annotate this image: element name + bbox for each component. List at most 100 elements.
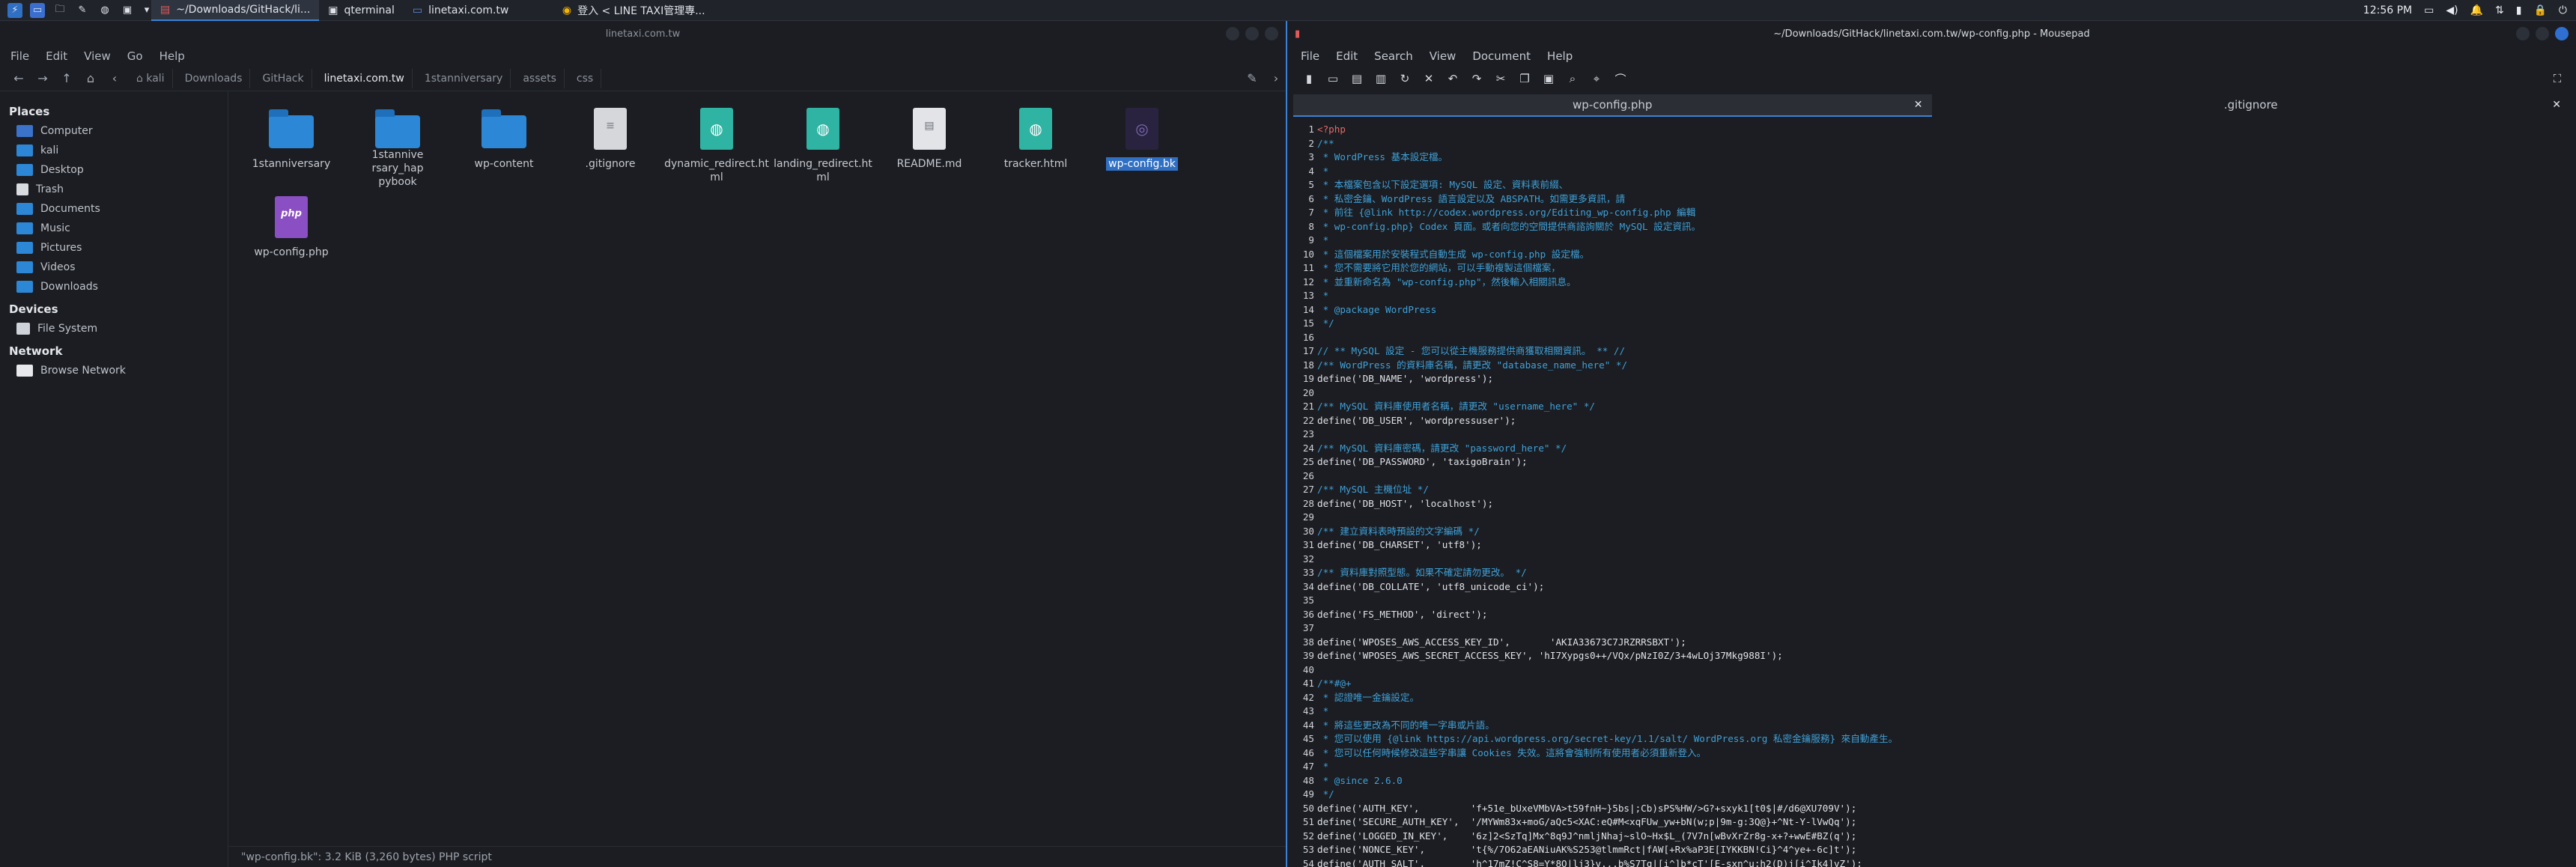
fullscreen-icon[interactable]: ⛶ <box>2549 72 2566 85</box>
line-number: 31 <box>1302 539 1314 550</box>
save-as-icon[interactable]: ▥ <box>1373 72 1389 85</box>
maximize-button[interactable] <box>1245 27 1259 40</box>
file-item-selected[interactable]: ◎ wp-config.bk <box>1089 100 1195 189</box>
menu-view[interactable]: View <box>84 49 111 63</box>
sidebar-item-trash[interactable]: Trash <box>0 180 228 199</box>
up-arrow-icon[interactable]: ↑ <box>57 71 76 85</box>
line-number: 11 <box>1302 262 1314 273</box>
close-tab-icon[interactable]: ✕ <box>1914 99 1923 111</box>
menu-search[interactable]: Search <box>1374 49 1413 63</box>
close-button[interactable] <box>2555 27 2569 40</box>
breadcrumb-assets[interactable]: assets <box>515 68 565 88</box>
tab-gitignore[interactable]: .gitignore ✕ <box>1932 94 2571 117</box>
desktop-icon[interactable]: ▭ <box>30 2 45 18</box>
tab-wp-config-php[interactable]: wp-config.php ✕ <box>1293 94 1932 117</box>
sidebar-item-music[interactable]: Music <box>0 219 228 238</box>
chevron-right-icon[interactable]: › <box>1266 71 1286 85</box>
sidebar-item-downloads[interactable]: Downloads <box>0 277 228 296</box>
sidebar-item-computer[interactable]: Computer <box>0 121 228 141</box>
maximize-button[interactable] <box>2536 27 2549 40</box>
clock[interactable]: 12:56 PM <box>2363 4 2412 16</box>
file-item[interactable]: ◍ tracker.html <box>982 100 1089 189</box>
menu-help[interactable]: Help <box>1547 49 1573 63</box>
breadcrumb-1stanniversary[interactable]: 1stanniversary <box>417 68 511 88</box>
menu-go[interactable]: Go <box>127 49 143 63</box>
sidebar-item-videos[interactable]: Videos <box>0 258 228 277</box>
menu-file[interactable]: File <box>1301 49 1319 63</box>
kali-menu-icon[interactable]: ⚡ <box>7 2 22 18</box>
breadcrumb-downloads[interactable]: Downloads <box>177 68 251 88</box>
close-icon[interactable]: ✕ <box>1421 72 1437 85</box>
browser-icon[interactable]: ◍ <box>97 3 112 18</box>
line-text: /** <box>1317 137 1334 149</box>
battery-icon[interactable]: ▮ <box>2516 4 2522 16</box>
copy-icon[interactable]: ❐ <box>1516 72 1533 85</box>
line-text: // ** MySQL 設定 - 您可以從主機服務提供商獲取相關資訊。 ** /… <box>1317 345 1626 356</box>
menu-help[interactable]: Help <box>160 49 185 63</box>
file-item[interactable]: 1stanniversary_happybook <box>344 100 451 189</box>
line-number: 42 <box>1302 691 1314 703</box>
menu-edit[interactable]: Edit <box>1336 49 1358 63</box>
files-icon[interactable]: 🗀 <box>52 3 67 18</box>
menu-file[interactable]: File <box>10 49 29 63</box>
forward-arrow-icon[interactable]: → <box>33 71 52 85</box>
code-view[interactable]: 1 <?php 2/** 3 * WordPress 基本設定檔。 4 * 5 * 本檔案… <box>1298 123 2561 867</box>
goto-icon[interactable]: ⌒ <box>1612 71 1629 87</box>
minimize-button[interactable] <box>1226 27 1239 40</box>
file-item[interactable]: ◍ dynamic_redirect.html <box>663 100 770 189</box>
task-chrome[interactable]: ◉ 登入 < LINE TAXI管理專... <box>553 0 714 21</box>
sidebar-item-desktop[interactable]: Desktop <box>0 160 228 180</box>
file-item[interactable]: ◍ landing_redirect.html <box>770 100 876 189</box>
text-editor-icon[interactable]: ✎ <box>75 3 90 18</box>
menu-document[interactable]: Document <box>1472 49 1531 63</box>
volume-icon[interactable]: ◀) <box>2446 4 2458 16</box>
task-browser-window[interactable]: ▭ linetaxi.com.tw <box>404 0 553 21</box>
network-icon[interactable]: ⇅ <box>2495 4 2504 16</box>
display-icon[interactable]: ▭ <box>2424 4 2434 16</box>
file-item[interactable]: wp-content <box>451 100 557 189</box>
redo-icon[interactable]: ↷ <box>1468 72 1485 85</box>
code-line: 29 <box>1298 511 2561 525</box>
chevron-left-icon[interactable]: ‹ <box>105 71 124 85</box>
edit-path-icon[interactable]: ✎ <box>1242 71 1262 85</box>
terminal-icon[interactable]: ▣ <box>120 3 135 18</box>
paste-icon[interactable]: ▣ <box>1540 72 1557 85</box>
sidebar-item-documents[interactable]: Documents <box>0 199 228 219</box>
file-item[interactable]: ▤ README.md <box>876 100 982 189</box>
sidebar-item-file-system[interactable]: File System <box>0 319 228 338</box>
lock-icon[interactable]: 🔒 <box>2533 4 2546 16</box>
breadcrumb-githack[interactable]: GitHack <box>255 68 312 88</box>
search-icon[interactable]: ⌕ <box>1564 72 1581 85</box>
open-file-icon[interactable]: ▭ <box>1325 72 1341 85</box>
notification-icon[interactable]: 🔔 <box>2470 4 2483 16</box>
sidebar-item-pictures[interactable]: Pictures <box>0 238 228 258</box>
home-icon[interactable]: ⌂ <box>81 71 100 85</box>
minimize-button[interactable] <box>2516 27 2530 40</box>
file-item[interactable]: 1stanniversary <box>238 100 344 189</box>
menu-view[interactable]: View <box>1430 49 1456 63</box>
sidebar-item-browse-network[interactable]: Browse Network <box>0 361 228 380</box>
file-item[interactable]: php wp-config.php <box>238 189 344 277</box>
menu-edit[interactable]: Edit <box>46 49 67 63</box>
close-tab-icon[interactable]: ✕ <box>2552 99 2561 111</box>
new-file-icon[interactable]: ▮ <box>1301 72 1317 85</box>
task-terminal[interactable]: ▣ qterminal <box>319 0 404 21</box>
save-icon[interactable]: ▤ <box>1349 72 1365 85</box>
breadcrumb-kali[interactable]: ⌂ kali <box>129 68 173 88</box>
power-icon[interactable]: ⏻ <box>2559 4 2567 16</box>
taskbar: ⚡ ▭ 🗀 ✎ ◍ ▣ ▾ ▤ ~/Downloads/GitHack/li..… <box>0 0 2576 21</box>
task-file-manager[interactable]: ▤ ~/Downloads/GitHack/li... <box>151 0 320 21</box>
find-replace-icon[interactable]: ⌖ <box>1588 72 1605 85</box>
back-arrow-icon[interactable]: ← <box>9 71 28 85</box>
sidebar-item-kali[interactable]: kali <box>0 141 228 160</box>
reload-icon[interactable]: ↻ <box>1397 72 1413 85</box>
status-text: "wp-config.bk": 3.2 KiB (3,260 bytes) PH… <box>241 851 492 863</box>
undo-icon[interactable]: ↶ <box>1445 72 1461 85</box>
line-number: 1 <box>1308 124 1314 135</box>
cut-icon[interactable]: ✂ <box>1492 72 1509 85</box>
chevron-down-icon[interactable]: ▾ <box>142 3 151 18</box>
file-item[interactable]: ≡ .gitignore <box>557 100 663 189</box>
breadcrumb-linetaxi[interactable]: linetaxi.com.tw <box>317 68 413 88</box>
breadcrumb-css[interactable]: css <box>569 68 602 88</box>
close-button[interactable] <box>1265 27 1278 40</box>
